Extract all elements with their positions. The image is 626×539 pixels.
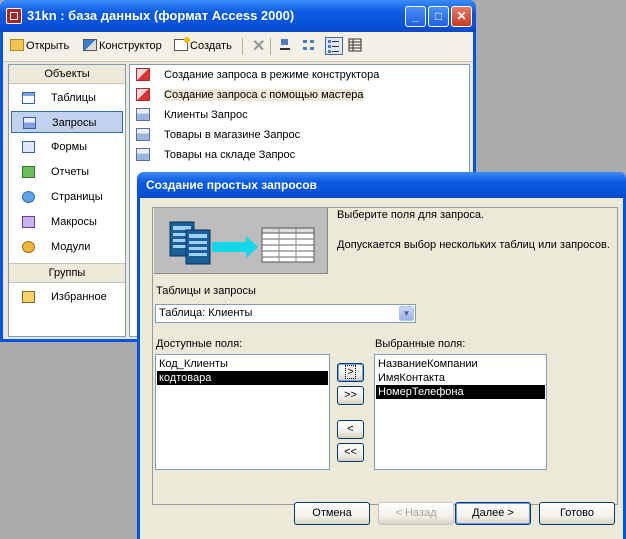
objects-header[interactable]: Объекты xyxy=(9,65,125,84)
list-item-label: Клиенты Запрос xyxy=(164,109,248,121)
nav-item-label: Таблицы xyxy=(51,92,96,104)
large-icons-view-icon[interactable] xyxy=(277,37,295,55)
available-fields-list[interactable]: Код_Клиенты кодтовара xyxy=(155,354,330,470)
groups-header[interactable]: Группы xyxy=(9,263,125,283)
dialog-title: Создание простых запросов xyxy=(146,178,317,192)
query-icon xyxy=(136,108,150,121)
details-view-icon[interactable] xyxy=(347,37,365,55)
new-label: Создать xyxy=(190,40,232,52)
nav-item-reports[interactable]: Отчеты xyxy=(11,161,123,183)
selected-fields-list[interactable]: НазваниеКомпании ИмяКонтакта НомерТелефо… xyxy=(374,354,547,470)
nav-item-label: Формы xyxy=(51,141,88,153)
form-icon xyxy=(22,141,35,153)
list-item[interactable]: Товары в магазине Запрос xyxy=(136,126,300,144)
remove-all-fields-button[interactable]: << xyxy=(337,443,364,462)
delete-icon[interactable]: ✕ xyxy=(252,36,265,56)
list-item[interactable]: Товары на складе Запрос xyxy=(136,146,295,164)
available-fields-label: Доступные поля: xyxy=(156,338,243,350)
wizard-icon xyxy=(136,68,150,81)
cancel-button[interactable]: Отмена xyxy=(294,502,370,525)
wizard-panel: Выберите поля для запроса. Допускается в… xyxy=(152,207,618,505)
report-icon xyxy=(22,166,35,178)
maximize-button[interactable]: □ xyxy=(428,6,449,27)
dialog-body: Выберите поля для запроса. Допускается в… xyxy=(140,198,623,539)
macro-icon xyxy=(22,216,35,228)
remove-field-button[interactable]: < xyxy=(337,420,364,439)
page-icon xyxy=(22,191,35,203)
design-button[interactable]: Конструктор xyxy=(83,37,162,55)
minimize-button[interactable]: _ xyxy=(405,6,426,27)
finish-button[interactable]: Готово xyxy=(539,502,615,525)
design-label: Конструктор xyxy=(99,40,162,52)
list-item-label: Товары на складе Запрос xyxy=(164,149,296,161)
add-field-button[interactable]: > xyxy=(337,363,364,382)
selected-fields-label: Выбранные поля: xyxy=(375,338,466,350)
design-icon xyxy=(83,39,97,51)
tables-queries-value: Таблица: Клиенты xyxy=(159,307,253,319)
wizard-illustration xyxy=(154,208,328,274)
new-icon xyxy=(174,37,190,51)
nav-item-label: Запросы xyxy=(52,117,97,129)
list-item-selected[interactable]: кодтовара xyxy=(157,371,328,385)
favorites-icon xyxy=(22,291,35,303)
list-item-label: Создание запроса с помощью мастера xyxy=(164,89,364,101)
database-title-bar[interactable]: 31kn : база данных (формат Access 2000) … xyxy=(0,0,476,32)
new-button[interactable]: Создать xyxy=(174,37,232,55)
list-item[interactable]: Создание запроса в режиме конструктора xyxy=(136,66,379,84)
next-button[interactable]: Далее > xyxy=(455,502,531,525)
nav-item-label: Страницы xyxy=(51,191,103,203)
nav-item-label: Отчеты xyxy=(51,166,90,178)
close-button[interactable]: ✕ xyxy=(451,6,472,27)
table-icon xyxy=(22,92,35,104)
wizard-icon xyxy=(136,88,150,101)
toolbar-separator xyxy=(270,38,271,55)
query-icon xyxy=(136,148,150,161)
list-item[interactable]: Создание запроса с помощью мастера xyxy=(136,86,364,104)
tables-queries-select[interactable]: Таблица: Клиенты ▼ xyxy=(155,304,416,323)
list-item[interactable]: Клиенты Запрос xyxy=(136,106,248,124)
database-title: 31kn : база данных (формат Access 2000) xyxy=(27,8,295,23)
module-icon xyxy=(22,241,35,253)
list-item-selected[interactable]: НомерТелефона xyxy=(376,385,545,399)
chevron-down-icon[interactable]: ▼ xyxy=(399,306,414,321)
instruction-text: Выберите поля для запроса. xyxy=(337,209,485,221)
open-label: Открыть xyxy=(26,40,70,52)
list-item[interactable]: НазваниеКомпании xyxy=(376,357,545,371)
nav-item-favorites[interactable]: Избранное xyxy=(11,286,123,308)
nav-item-tables[interactable]: Таблицы xyxy=(11,87,123,109)
open-button[interactable]: Открыть xyxy=(10,37,69,55)
hint-text: Допускается выбор нескольких таблиц или … xyxy=(337,239,610,251)
nav-item-label: Избранное xyxy=(51,291,107,303)
objects-bar: Объекты Таблицы Запросы Формы Отчеты Стр… xyxy=(8,64,126,337)
nav-item-queries[interactable]: Запросы xyxy=(11,111,123,133)
back-button[interactable]: < Назад xyxy=(378,502,454,525)
query-icon xyxy=(136,128,150,141)
nav-item-forms[interactable]: Формы xyxy=(11,136,123,158)
add-all-fields-button[interactable]: >> xyxy=(337,386,364,405)
nav-item-macros[interactable]: Макросы xyxy=(11,211,123,233)
toolbar-separator xyxy=(242,38,243,55)
access-app-icon[interactable] xyxy=(6,8,22,24)
list-item-label: Товары в магазине Запрос xyxy=(164,129,301,141)
database-toolbar: Открыть Конструктор Создать ✕ xyxy=(3,32,473,62)
list-item[interactable]: ИмяКонтакта xyxy=(376,371,545,385)
list-item-label: Создание запроса в режиме конструктора xyxy=(164,69,380,81)
add-field-label: > xyxy=(345,365,356,379)
tables-label: Таблицы и запросы xyxy=(156,285,256,297)
simple-query-wizard-dialog: Создание простых запросов Выберите поля … xyxy=(137,172,626,539)
list-item[interactable]: Код_Клиенты xyxy=(157,357,328,371)
list-view-icon[interactable] xyxy=(325,37,343,55)
nav-item-pages[interactable]: Страницы xyxy=(11,186,123,208)
nav-item-label: Макросы xyxy=(51,216,97,228)
nav-item-modules[interactable]: Модули xyxy=(11,236,123,258)
query-icon xyxy=(23,117,36,129)
small-icons-view-icon[interactable] xyxy=(301,37,319,55)
open-folder-icon xyxy=(10,39,24,51)
nav-item-label: Модули xyxy=(51,241,91,253)
dialog-title-bar[interactable]: Создание простых запросов xyxy=(137,172,626,198)
